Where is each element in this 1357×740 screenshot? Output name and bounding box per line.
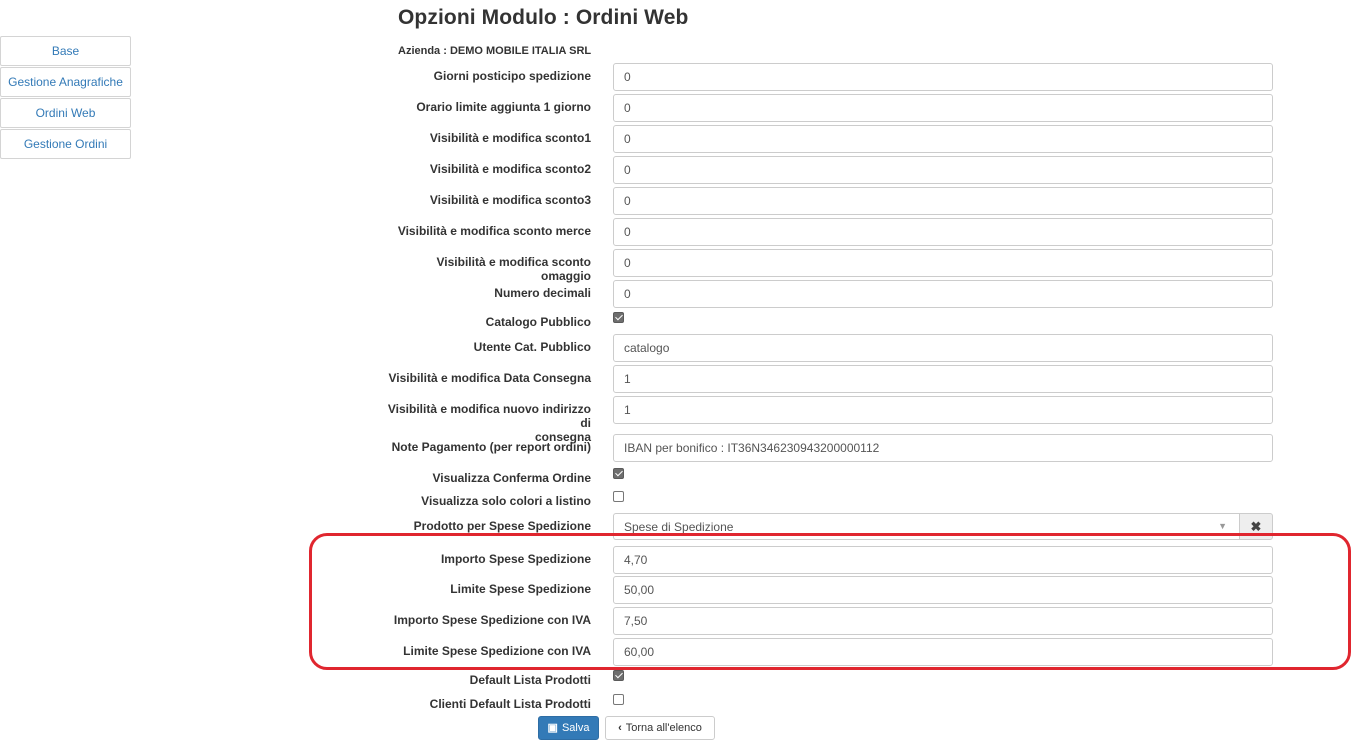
company-label: Azienda : DEMO MOBILE ITALIA SRL <box>398 45 592 57</box>
utente-cat-pubblico-input[interactable] <box>613 334 1273 362</box>
clear-prodotto-button[interactable]: ✖ <box>1239 513 1273 540</box>
conferma-ordine-checkbox[interactable] <box>613 468 624 479</box>
limite-spese-input[interactable] <box>613 576 1273 604</box>
label-prodotto-spese: Prodotto per Spese Spedizione <box>413 519 591 533</box>
label-sconto1: Visibilità e modifica sconto1 <box>429 131 591 145</box>
page-title: Opzioni Modulo : Ordini Web <box>398 6 689 29</box>
back-button[interactable]: ‹ Torna all'elenco <box>605 716 715 740</box>
chevron-down-icon: ▼ <box>1218 521 1227 531</box>
solo-colori-checkbox[interactable] <box>613 491 624 502</box>
label-sconto3: Visibilità e modifica sconto3 <box>429 193 591 207</box>
sconto3-input[interactable] <box>613 187 1273 215</box>
label-note-pagamento: Note Pagamento (per report ordini) <box>391 440 591 454</box>
save-button[interactable]: ▣ Salva <box>538 716 599 740</box>
label-data-consegna: Visibilità e modifica Data Consegna <box>388 371 592 385</box>
label-default-lista: Default Lista Prodotti <box>469 673 591 687</box>
label-sconto2: Visibilità e modifica sconto2 <box>429 162 591 176</box>
orario-limite-input[interactable] <box>613 94 1273 122</box>
label-solo-colori: Visualizza solo colori a listino <box>421 494 591 508</box>
giorni-posticipo-input[interactable] <box>613 63 1273 91</box>
label-nuovo-indirizzo: Visibilità e modifica nuovo indirizzo di… <box>384 402 591 444</box>
limite-spese-iva-input[interactable] <box>613 638 1273 666</box>
label-sconto-omaggio: Visibilità e modifica sconto omaggio <box>436 255 591 283</box>
sidebar: Base Gestione Anagrafiche Ordini Web Ges… <box>0 36 131 160</box>
label-utente-cat-pubblico: Utente Cat. Pubblico <box>473 340 591 354</box>
importo-spese-input[interactable] <box>613 546 1273 574</box>
prodotto-spese-select[interactable]: Spese di Spedizione ▼ <box>613 513 1239 540</box>
sconto-merce-input[interactable] <box>613 218 1273 246</box>
label-giorni-posticipo: Giorni posticipo spedizione <box>433 69 591 83</box>
sconto2-input[interactable] <box>613 156 1273 184</box>
data-consegna-input[interactable] <box>613 365 1273 393</box>
label-clienti-default-lista: Clienti Default Lista Prodotti <box>429 697 591 711</box>
chevron-left-icon: ‹ <box>618 722 622 734</box>
catalogo-pubblico-checkbox[interactable] <box>613 312 624 323</box>
sconto1-input[interactable] <box>613 125 1273 153</box>
label-importo-spese-iva: Importo Spese Spedizione con IVA <box>393 613 591 627</box>
sidebar-item-gestione-ordini[interactable]: Gestione Ordini <box>0 129 131 159</box>
sconto-omaggio-input[interactable] <box>613 249 1273 277</box>
clienti-default-lista-checkbox[interactable] <box>613 694 624 705</box>
sidebar-item-base[interactable]: Base <box>0 36 131 66</box>
default-lista-checkbox[interactable] <box>613 670 624 681</box>
label-limite-spese: Limite Spese Spedizione <box>450 582 591 596</box>
nuovo-indirizzo-input[interactable] <box>613 396 1273 424</box>
label-limite-spese-iva: Limite Spese Spedizione con IVA <box>403 644 591 658</box>
importo-spese-iva-input[interactable] <box>613 607 1273 635</box>
label-orario-limite: Orario limite aggiunta 1 giorno <box>416 100 591 114</box>
label-catalogo-pubblico: Catalogo Pubblico <box>485 315 591 329</box>
sidebar-item-ordini-web[interactable]: Ordini Web <box>0 98 131 128</box>
prodotto-spese-value: Spese di Spedizione <box>624 520 734 534</box>
times-icon: ✖ <box>1250 519 1262 534</box>
label-importo-spese: Importo Spese Spedizione <box>440 552 591 566</box>
numero-decimali-input[interactable] <box>613 280 1273 308</box>
save-label: Salva <box>561 722 590 734</box>
label-nuovo-indirizzo-line1: Visibilità e modifica nuovo indirizzo di <box>387 402 591 430</box>
note-pagamento-input[interactable] <box>613 434 1273 462</box>
back-label: Torna all'elenco <box>625 722 702 734</box>
floppy-disk-icon: ▣ <box>547 722 558 734</box>
sidebar-item-gestione-anagrafiche[interactable]: Gestione Anagrafiche <box>0 67 131 97</box>
label-conferma-ordine: Visualizza Conferma Ordine <box>432 471 592 485</box>
label-sconto-merce: Visibilità e modifica sconto merce <box>397 224 591 238</box>
label-numero-decimali: Numero decimali <box>494 286 591 300</box>
